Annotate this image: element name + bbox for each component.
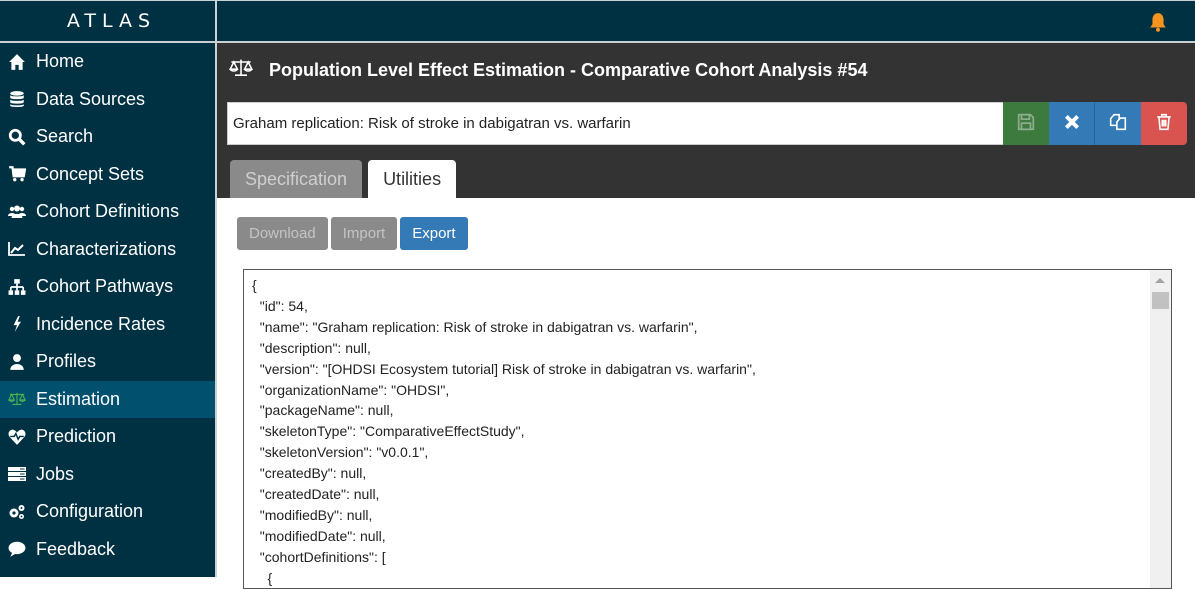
tab-utilities[interactable]: Utilities — [368, 160, 457, 198]
shopping-cart-icon — [7, 164, 27, 184]
sidebar-item-label: Prediction — [36, 426, 117, 447]
sidebar-item-estimation[interactable]: Estimation — [0, 380, 217, 418]
sidebar-item-concept-sets[interactable]: Concept Sets — [0, 156, 217, 194]
users-icon — [7, 202, 27, 222]
export-button[interactable]: Export — [400, 217, 468, 250]
save-button[interactable] — [1003, 102, 1049, 145]
delete-button[interactable] — [1141, 102, 1187, 145]
comment-icon — [7, 539, 27, 559]
copy-icon — [1109, 113, 1127, 134]
sidebar-item-characterizations[interactable]: Characterizations — [0, 231, 217, 269]
sidebar-item-label: Cohort Pathways — [36, 276, 174, 297]
user-icon — [7, 352, 27, 372]
sidebar-item-profiles[interactable]: Profiles — [0, 343, 217, 381]
tab-specification[interactable]: Specification — [230, 160, 363, 198]
sitemap-icon — [7, 277, 27, 297]
sidebar-item-label: Feedback — [36, 538, 116, 559]
page-title-row: Population Level Effect Estimation - Com… — [228, 58, 868, 83]
download-button[interactable]: Download — [237, 217, 328, 250]
close-button[interactable] — [1049, 102, 1095, 145]
scroll-up-arrow-icon[interactable] — [1155, 278, 1165, 283]
bolt-icon — [7, 314, 27, 334]
sidebar-item-label: Data Sources — [36, 88, 146, 109]
page-title: Population Level Effect Estimation - Com… — [269, 60, 868, 80]
close-icon — [1063, 113, 1081, 134]
sidebar-item-label: Estimation — [36, 388, 121, 409]
sidebar-item-cohort-pathways[interactable]: Cohort Pathways — [0, 268, 217, 306]
import-button[interactable]: Import — [330, 217, 398, 250]
bell-icon[interactable] — [1149, 12, 1167, 32]
sidebar-item-search[interactable]: Search — [0, 118, 217, 156]
balance-scale-icon — [228, 58, 269, 83]
sidebar-item-label: Home — [36, 51, 85, 72]
tab-bar: Specification Utilities — [230, 160, 462, 198]
sidebar-item-label: Search — [36, 126, 94, 147]
cogs-icon — [7, 502, 27, 522]
tasks-icon — [7, 464, 27, 484]
sidebar-item-label: Jobs — [36, 463, 75, 484]
vertical-scrollbar[interactable] — [1150, 270, 1171, 588]
save-icon — [1017, 113, 1035, 134]
json-export-textarea[interactable]: { "id": 54, "name": "Graham replication:… — [243, 269, 1172, 589]
sidebar: ATLAS Home Data Sources Search Concept S… — [0, 0, 217, 577]
analysis-name-input[interactable] — [227, 102, 1004, 145]
json-content[interactable]: { "id": 54, "name": "Graham replication:… — [244, 270, 1171, 588]
utilities-actions: Download Import Export — [237, 217, 468, 250]
sidebar-item-feedback[interactable]: Feedback — [0, 531, 217, 569]
sidebar-item-incidence-rates[interactable]: Incidence Rates — [0, 306, 217, 344]
sidebar-item-label: Characterizations — [36, 238, 177, 259]
sidebar-item-label: Profiles — [36, 351, 97, 372]
sidebar-item-label: Cohort Definitions — [36, 201, 180, 222]
sidebar-item-configuration[interactable]: Configuration — [0, 493, 217, 531]
scroll-thumb[interactable] — [1152, 292, 1169, 309]
page-header: Population Level Effect Estimation - Com… — [217, 43, 1195, 198]
copy-button[interactable] — [1095, 102, 1141, 145]
trash-icon — [1155, 113, 1173, 134]
sidebar-item-label: Concept Sets — [36, 163, 145, 184]
sidebar-nav: Home Data Sources Search Concept Sets Co… — [0, 43, 217, 568]
heartbeat-icon — [7, 427, 27, 447]
header-button-group — [1003, 102, 1187, 145]
sidebar-item-cohort-definitions[interactable]: Cohort Definitions — [0, 193, 217, 231]
balance-scale-icon — [7, 389, 27, 409]
sidebar-item-label: Incidence Rates — [36, 313, 166, 334]
sidebar-item-prediction[interactable]: Prediction — [0, 418, 217, 456]
top-bar — [217, 0, 1195, 43]
sidebar-item-home[interactable]: Home — [0, 43, 217, 81]
database-icon — [7, 89, 27, 109]
home-icon — [7, 52, 27, 72]
line-chart-icon — [7, 239, 27, 259]
app-logo[interactable]: ATLAS — [0, 0, 217, 43]
sidebar-item-jobs[interactable]: Jobs — [0, 456, 217, 494]
sidebar-item-data-sources[interactable]: Data Sources — [0, 81, 217, 119]
search-icon — [7, 127, 27, 147]
sidebar-item-label: Configuration — [36, 501, 144, 522]
